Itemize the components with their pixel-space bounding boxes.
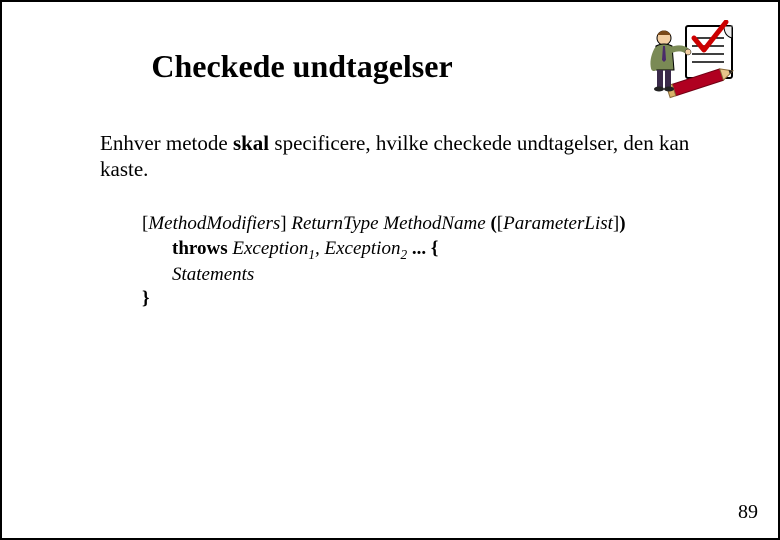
exception2: Exception2 — [324, 238, 407, 259]
syntax-line4: } — [142, 288, 150, 309]
throws-kw: throws — [172, 238, 232, 259]
checklist-illustration — [628, 20, 738, 110]
close-brace: } — [142, 288, 150, 309]
exception1: Exception1 — [232, 238, 315, 259]
intro-paragraph: Enhver metode skal specificere, hvilke c… — [100, 130, 690, 183]
rbracket: ] — [280, 213, 291, 234]
ex-sub-1: 1 — [308, 246, 315, 261]
parameter-list: ParameterList — [503, 213, 613, 234]
page-title: Checkede undtagelser — [2, 48, 602, 85]
intro-pre: Enhver metode — [100, 131, 233, 155]
syntax-line3: Statements — [142, 263, 702, 288]
method-syntax: [MethodModifiers] ReturnType MethodName … — [142, 212, 702, 312]
syntax-line2: throws Exception1, Exception2 ... { — [142, 237, 702, 263]
ex-word-1: Exception — [232, 238, 308, 259]
slide: Checkede undtagelser Enhver metode skal … — [0, 0, 780, 540]
open-paren: ( — [486, 213, 497, 234]
method-name: MethodName — [383, 213, 485, 234]
dots: ... — [407, 238, 431, 259]
statements: Statements — [172, 264, 254, 285]
close-paren: ) — [619, 213, 625, 234]
open-brace: { — [431, 238, 439, 259]
intro-bold: skal — [233, 131, 269, 155]
method-modifiers: MethodModifiers — [148, 213, 280, 234]
return-type: ReturnType — [291, 213, 378, 234]
page-number: 89 — [738, 501, 758, 524]
ex-word-2: Exception — [324, 238, 400, 259]
syntax-line1: [MethodModifiers] ReturnType MethodName … — [142, 213, 626, 234]
